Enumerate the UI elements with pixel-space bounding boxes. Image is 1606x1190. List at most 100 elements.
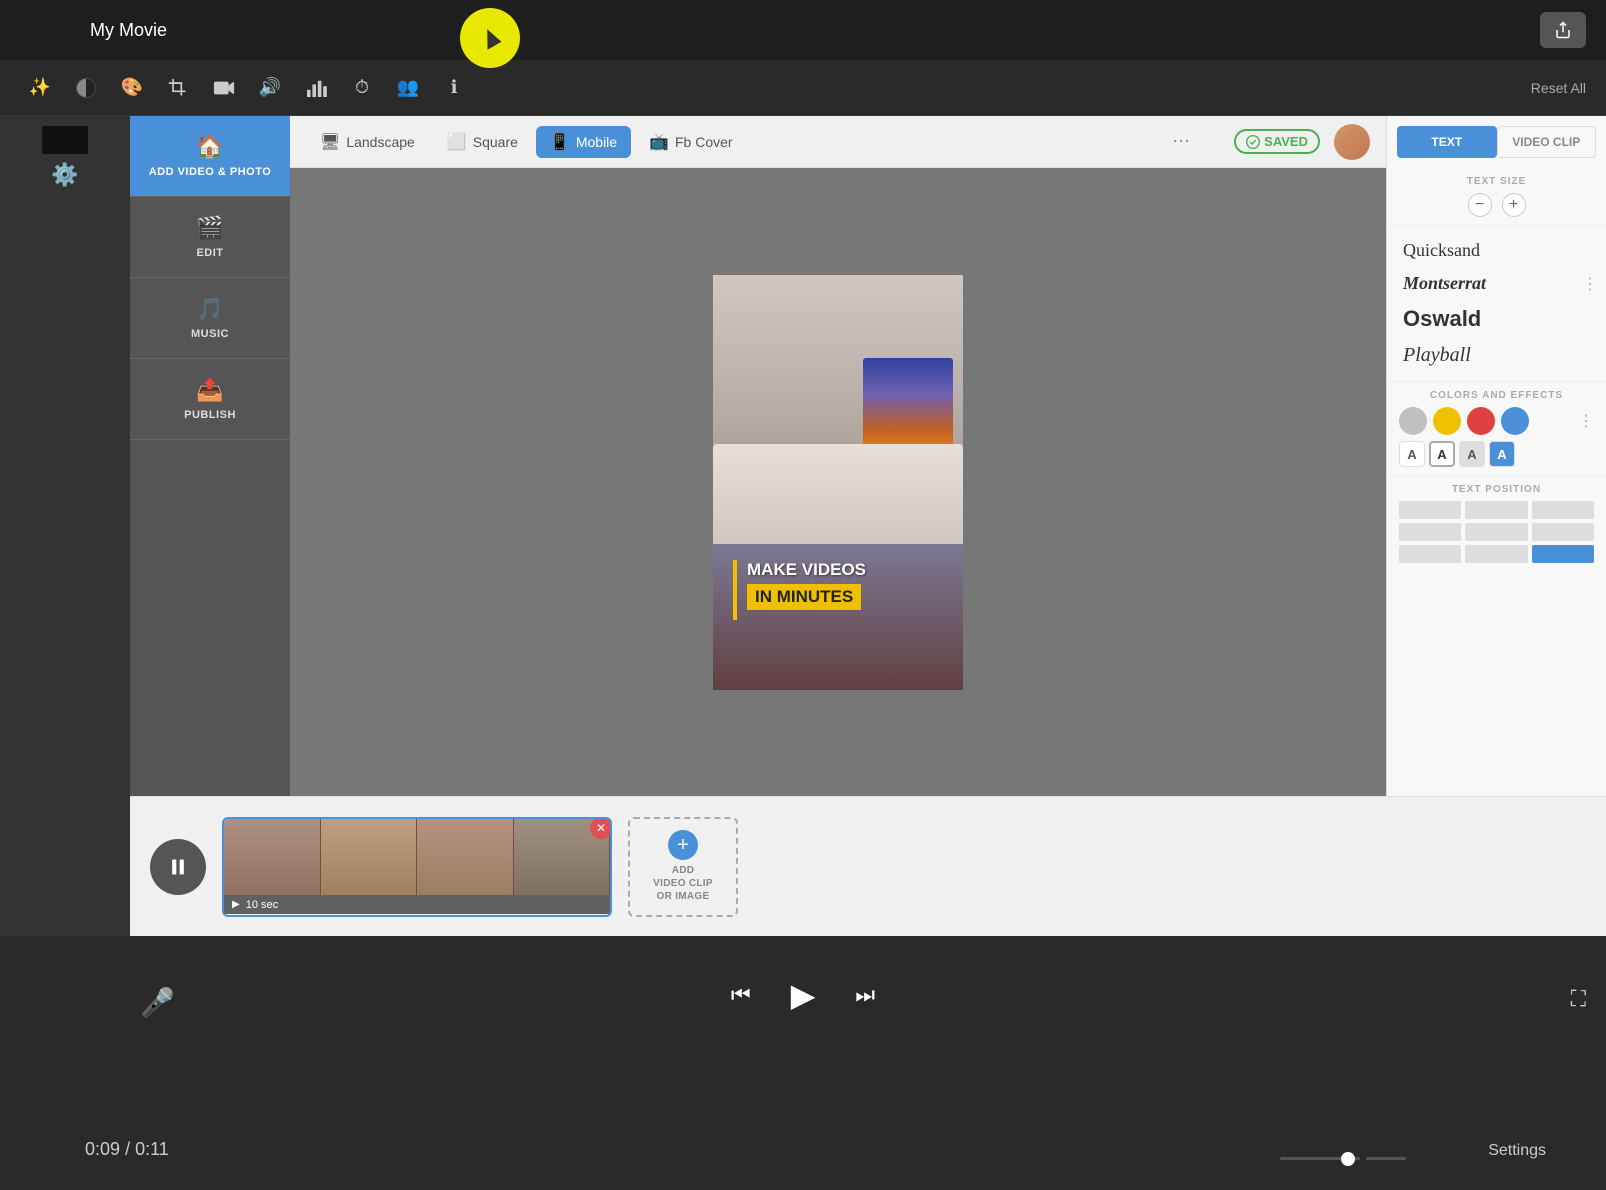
info-icon[interactable]: ℹ	[434, 68, 474, 108]
playback-slider-thumb[interactable]	[1341, 1152, 1355, 1166]
text-effect-row: A A A A	[1399, 441, 1594, 467]
crop-icon[interactable]	[158, 68, 198, 108]
color-blue[interactable]	[1501, 407, 1529, 435]
nav-music[interactable]: 🎵 MUSIC	[130, 278, 290, 359]
filter-icon[interactable]	[66, 68, 106, 108]
video-canvas-area: MAKE VIDEOS IN MINUTES	[290, 168, 1386, 796]
add-clip-button[interactable]: + ADDVIDEO CLIPOR IMAGE	[628, 817, 738, 917]
pos-bot-left[interactable]	[1399, 545, 1461, 563]
more-options-icon[interactable]: ⋯	[1172, 131, 1190, 152]
right-panel: TEXT VIDEO CLIP TEXT SIZE − + Quicksand …	[1386, 116, 1606, 796]
skip-forward-button[interactable]: ⏭	[855, 982, 875, 1008]
nav-edit[interactable]: 🎬 EDIT	[130, 197, 290, 278]
pos-mid-left[interactable]	[1399, 523, 1461, 541]
font-item-montserrat[interactable]: Montserrat ⋮	[1387, 267, 1606, 300]
font-quicksand-label: Quicksand	[1403, 240, 1480, 260]
pause-button[interactable]	[150, 839, 206, 895]
pos-top-right[interactable]	[1532, 501, 1594, 519]
font-item-playball[interactable]: Playball	[1387, 338, 1606, 373]
color-row: ⋮	[1399, 407, 1594, 435]
effect-plain[interactable]: A	[1399, 441, 1425, 467]
pos-bot-right[interactable]	[1532, 545, 1594, 563]
video-clip[interactable]: ✕ ▶ 10 sec	[222, 817, 612, 917]
video-text-line2-bg: IN MINUTES	[747, 584, 861, 610]
color-red[interactable]	[1467, 407, 1495, 435]
settings-gear-icon[interactable]: ⚙️	[51, 162, 78, 188]
avatar-image	[1334, 124, 1370, 160]
thumbnail-black-rect	[42, 126, 88, 154]
colors-section: COLORS AND EFFECTS ⋮ A A A A	[1387, 382, 1606, 476]
font-playball-label: Playball	[1403, 344, 1471, 366]
clip-frame-1	[224, 819, 321, 896]
tab-fb-cover[interactable]: 📺 Fb Cover	[635, 126, 747, 158]
add-clip-label: ADDVIDEO CLIPOR IMAGE	[653, 864, 713, 903]
clip-frame-2	[321, 819, 418, 896]
color-gray[interactable]	[1399, 407, 1427, 435]
font-more-icon[interactable]: ⋮	[1582, 274, 1598, 294]
skip-back-button[interactable]: ⏮	[731, 982, 751, 1008]
chart-icon[interactable]	[296, 68, 336, 108]
video-preview: MAKE VIDEOS IN MINUTES	[713, 275, 963, 690]
effect-fill[interactable]: A	[1489, 441, 1515, 467]
tab-landscape[interactable]: 🖥 Landscape	[306, 126, 429, 158]
add-clip-plus-icon: +	[668, 830, 698, 860]
effect-outline[interactable]: A	[1429, 441, 1455, 467]
text-size-label: TEXT SIZE	[1399, 176, 1594, 187]
yellow-accent-bar	[733, 560, 737, 620]
settings-button[interactable]: Settings	[1488, 1142, 1546, 1160]
right-panel-tabs: TEXT VIDEO CLIP	[1397, 126, 1596, 158]
clip-info-bar: ▶ 10 sec	[224, 895, 610, 914]
font-item-quicksand[interactable]: Quicksand	[1387, 234, 1606, 267]
text-position-section: TEXT POSITION	[1387, 476, 1606, 571]
colors-label: COLORS AND EFFECTS	[1399, 390, 1594, 401]
position-grid	[1399, 501, 1594, 563]
publish-icon: 📤	[196, 377, 224, 403]
clip-frame-3	[417, 819, 514, 896]
color-yellow[interactable]	[1433, 407, 1461, 435]
pos-top-left[interactable]	[1399, 501, 1461, 519]
record-icon[interactable]	[204, 68, 244, 108]
share-button[interactable]	[1540, 12, 1586, 48]
nav-add-video[interactable]: 🏠 ADD VIDEO & PHOTO	[130, 116, 290, 197]
speed-icon[interactable]: ⏱	[342, 68, 382, 108]
audio-icon[interactable]: 🔊	[250, 68, 290, 108]
text-position-label: TEXT POSITION	[1399, 484, 1594, 495]
color-more-icon[interactable]: ⋮	[1578, 411, 1594, 431]
font-list: Quicksand Montserrat ⋮ Oswald Playball	[1387, 226, 1606, 382]
video-text-overlay: MAKE VIDEOS IN MINUTES	[733, 560, 943, 610]
playback-slider-right[interactable]	[1366, 1157, 1406, 1160]
font-oswald-label: Oswald	[1403, 306, 1481, 331]
font-item-oswald[interactable]: Oswald	[1387, 300, 1606, 338]
top-bar: My Movie	[0, 0, 1606, 60]
pos-mid-center[interactable]	[1465, 523, 1527, 541]
playback-slider-track[interactable]	[1280, 1157, 1360, 1160]
rp-tab-video-clip[interactable]: VIDEO CLIP	[1497, 126, 1597, 158]
close-clip-button[interactable]: ✕	[590, 817, 612, 839]
pos-top-center[interactable]	[1465, 501, 1527, 519]
play-button[interactable]: ▶	[791, 976, 816, 1014]
pos-bot-center[interactable]	[1465, 545, 1527, 563]
video-text-line1: MAKE VIDEOS	[747, 560, 943, 580]
magic-wand-icon[interactable]: ✨	[20, 68, 60, 108]
edit-icon: 🎬	[196, 215, 224, 241]
cursor-arrow-icon	[479, 26, 502, 50]
tab-square[interactable]: ⬜ Square	[433, 126, 532, 158]
pos-mid-right[interactable]	[1532, 523, 1594, 541]
nav-publish[interactable]: 📤 PUBLISH	[130, 359, 290, 440]
clip-play-icon: ▶	[232, 899, 240, 910]
tab-mobile[interactable]: 📱 Mobile	[536, 126, 631, 158]
text-size-decrease[interactable]: −	[1468, 193, 1492, 217]
bottom-controls-area: 🎤 ⏮ ▶ ⏭ ⛶ 0:09 / 0:11 Settings	[0, 936, 1606, 1190]
reset-all-button[interactable]: Reset All	[1531, 80, 1586, 96]
left-thin-sidebar: ⚙️	[0, 116, 130, 936]
microphone-icon[interactable]: 🎤	[140, 986, 175, 1019]
palette-icon[interactable]: 🎨	[112, 68, 152, 108]
text-size-increase[interactable]: +	[1502, 193, 1526, 217]
timeline-area: ✕ ▶ 10 sec + ADDVIDEO CLIPOR IMAGE	[130, 796, 1606, 936]
rp-tab-text[interactable]: TEXT	[1397, 126, 1497, 158]
effect-shadow[interactable]: A	[1459, 441, 1485, 467]
people-icon[interactable]: 👥	[388, 68, 428, 108]
time-separator: /	[125, 1139, 135, 1159]
expand-icon[interactable]: ⛶	[1571, 986, 1586, 1012]
current-time: 0:09	[85, 1139, 120, 1159]
